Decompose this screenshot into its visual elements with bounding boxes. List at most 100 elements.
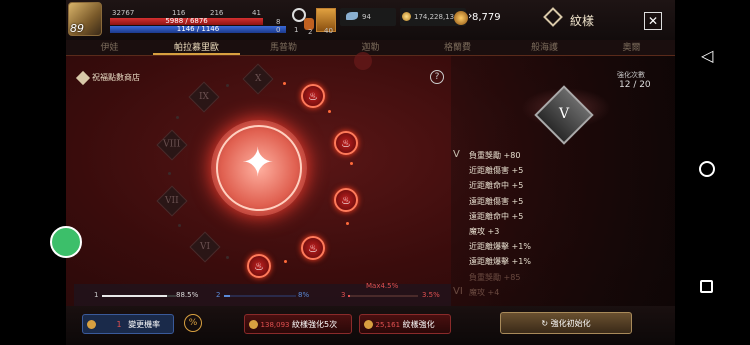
prob1-fill — [102, 295, 168, 297]
enhance-button[interactable]: 25,161 紋樣強化 — [359, 314, 451, 334]
top-bar: 89 32767 116 216 41 5988 / 6876 1146 / 1… — [66, 0, 675, 40]
tab-1[interactable]: 帕拉慕里歐 — [153, 40, 240, 55]
path-dot-dim — [168, 172, 171, 175]
enhance5-label: 紋樣強化5次 — [292, 320, 338, 329]
prob1-track — [102, 295, 176, 297]
mp-text: 1146 / 1146 — [176, 25, 220, 33]
tier-label-viii: VIII — [163, 139, 181, 150]
change-label: 變更機率 — [128, 320, 161, 329]
crystal-icon — [454, 11, 468, 25]
enhance-label: 紋樣強化 — [402, 320, 435, 329]
stat-line: 近距離傷害 +5 — [469, 166, 524, 176]
close-button[interactable]: ✕ — [644, 12, 662, 30]
stat-line: 負重獎勵 +85 — [469, 272, 521, 282]
path-dot — [328, 110, 331, 113]
path-dot — [283, 82, 286, 85]
hp-bar: 5988 / 6876 — [110, 17, 264, 25]
tab-0[interactable]: 伊娃 — [66, 40, 153, 55]
buff2-count: 2 — [308, 28, 313, 36]
percent-icon[interactable]: % — [184, 314, 202, 332]
tier-node-x[interactable]: X — [242, 63, 274, 95]
shop-link[interactable]: 祝福點數商店 — [92, 72, 140, 83]
tab-bar: 伊娃 帕拉慕里歐 馬普勒 迦勒 格蘭費 般海護 奧爾 — [66, 40, 675, 56]
enhance-label: 強化次數 — [617, 71, 645, 79]
page-title: 紋樣 — [570, 14, 595, 28]
path-dot-dim — [176, 116, 179, 119]
prob2-label: 2 — [216, 291, 221, 299]
path-dot-dim — [226, 256, 229, 259]
bottom-bar: 1 變更機率 % 138,093 紋樣強化5次 25,161 紋樣強化 ↻ 強化… — [66, 306, 675, 345]
token-icon — [87, 320, 96, 329]
token-icon — [364, 320, 373, 329]
stat-line: 負重獎勵 +80 — [469, 151, 521, 160]
path-dot — [350, 162, 353, 165]
stat3-value: 41 — [252, 9, 261, 17]
feather-icon — [346, 12, 358, 20]
tier-node-viii[interactable]: VIII — [156, 129, 188, 161]
shop-icon[interactable] — [75, 70, 91, 86]
enhance-count: 12 / 20 — [619, 80, 651, 90]
change-rate-button[interactable]: 1 變更機率 — [82, 314, 174, 334]
tab-2[interactable]: 馬普勒 — [240, 40, 327, 55]
hp-text: 5988 / 6876 — [165, 17, 208, 25]
tab-5[interactable]: 般海護 — [501, 40, 588, 55]
gold-coin-icon — [402, 12, 411, 21]
help-button[interactable]: ? — [430, 70, 444, 84]
player-level: 89 — [70, 22, 84, 35]
buff3-count: 40 — [324, 27, 333, 35]
tab-6[interactable]: 奧爾 — [588, 40, 675, 55]
flame-node-2[interactable]: ♨ — [334, 131, 358, 155]
tier-label-vii: VII — [165, 196, 179, 206]
wifi-float-button[interactable] — [50, 226, 82, 258]
tier-label-x: X — [254, 73, 262, 84]
prob2-fill — [224, 295, 230, 297]
rank-emblem-label: V — [559, 106, 570, 122]
prob1-label: 1 — [94, 291, 99, 299]
tier-node-ix[interactable]: IX — [188, 81, 220, 113]
emblem-title-icon — [543, 7, 563, 27]
path-dot — [346, 222, 349, 225]
left-black-bar — [0, 0, 82, 345]
flame-icon: ♨ — [341, 193, 351, 207]
reset-label: 強化初始化 — [550, 319, 591, 328]
enhance-5-button[interactable]: 138,093 紋樣強化5次 — [244, 314, 352, 334]
stat-line: 遠距離命中 +5 — [469, 211, 524, 221]
tab-4[interactable]: 格蘭費 — [414, 40, 501, 55]
tier-node-vii[interactable]: VII — [156, 185, 188, 217]
stat-line: 魔攻 +4 — [469, 287, 500, 297]
prob1-value: 88.5% — [176, 291, 199, 299]
path-dot-dim — [226, 84, 229, 87]
stat-line: 近距離爆擊 +1% — [469, 242, 531, 252]
signal-icon — [354, 52, 372, 70]
crystal-value: 8,779 — [472, 12, 501, 23]
home-icon[interactable] — [699, 161, 715, 177]
reset-enhance-button[interactable]: ↻ 強化初始化 — [500, 312, 632, 334]
enhance-cost: 25,161 — [375, 321, 401, 329]
reset-icon: ↻ — [541, 319, 551, 328]
prob2-value: 8% — [298, 291, 310, 299]
back-icon[interactable]: ◁ — [701, 46, 713, 65]
flame-node-4[interactable]: ♨ — [301, 236, 325, 260]
tier-node-vi[interactable]: VI — [189, 231, 221, 263]
recents-icon[interactable] — [700, 280, 713, 293]
stats-panel: 強化次數 12 / 20 V V 負重獎勵 +80 近距離傷害 +5 近距離命中 +5… — [451, 56, 675, 306]
stat-tier-roman: VI — [453, 285, 463, 297]
path-dot — [284, 260, 287, 263]
flame-icon: ♨ — [254, 259, 264, 273]
bp-value: 32767 — [112, 9, 135, 17]
stat-line: 近距離命中 +5 — [469, 181, 524, 191]
stat-line: 魔攻 +3 — [469, 227, 500, 236]
change-count: 1 — [116, 320, 122, 329]
flame-node-5[interactable]: ♨ — [247, 254, 271, 278]
flame-icon: ♨ — [308, 241, 318, 255]
tab-3[interactable]: 迦勒 — [327, 40, 414, 55]
tier-label-ix: IX — [199, 92, 209, 102]
mp-bar: 1146 / 1146 — [110, 26, 286, 33]
stat1-value: 116 — [172, 9, 186, 17]
mp-side: 0 — [276, 26, 281, 34]
flame-node-1[interactable]: ♨ — [301, 84, 325, 108]
path-dot-dim — [178, 224, 181, 227]
enhance5-cost: 138,093 — [260, 321, 290, 329]
flame-node-3[interactable]: ♨ — [334, 188, 358, 212]
stat-tier-roman: V — [453, 149, 460, 160]
